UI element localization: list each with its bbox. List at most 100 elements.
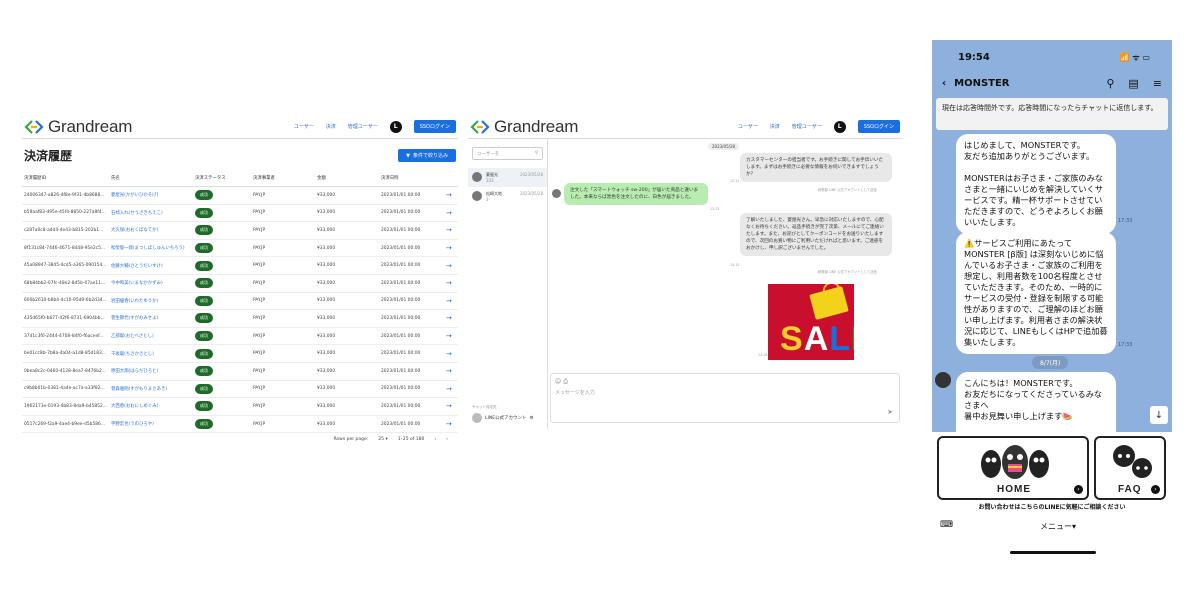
row-arrow-icon[interactable]: →	[444, 397, 458, 416]
row-arrow-icon[interactable]: →	[444, 256, 458, 275]
col-id[interactable]: 決済履歴ID	[22, 170, 109, 187]
sso-login-button[interactable]: SSOログイン	[413, 120, 456, 133]
go-arrow-icon: ›	[1074, 485, 1083, 494]
nav-users[interactable]: ユーザー	[294, 123, 314, 130]
prev-page-icon[interactable]: ‹	[434, 437, 436, 442]
table-row[interactable]: 1902173e-0193-4b83-8da9-b45852... 大西恵(おおに…	[22, 397, 458, 416]
customer-name[interactable]: 岩田優香(いわたゆうか)	[108, 292, 193, 311]
payment-id: 0517c269-f2a9-4ae4-b9ee-d5b586...	[22, 415, 109, 434]
conversation-search-input[interactable]: ユーザーを ⚲	[472, 147, 543, 160]
sso-login-button[interactable]: SSOログイン	[857, 120, 900, 133]
row-arrow-icon[interactable]: →	[444, 344, 458, 363]
attachment-icon[interactable]: ⎙	[563, 378, 568, 385]
customer-name[interactable]: 菅生節代(すがおみせよ)	[108, 309, 193, 328]
status-cell: 成功	[192, 292, 251, 311]
menu-toggle[interactable]: メニュー▾	[1040, 521, 1076, 532]
app-header: Grandream ユーザー 決済 管理ユーザー L SSOログイン	[468, 115, 902, 139]
row-arrow-icon[interactable]: →	[444, 221, 458, 240]
search-icon[interactable]: ⚲	[1106, 77, 1114, 90]
message-time: 17:33	[1118, 218, 1133, 224]
keyboard-icon[interactable]: ⌨	[940, 520, 953, 530]
row-arrow-icon[interactable]: →	[444, 380, 458, 399]
table-row[interactable]: 435d65f0-b677-42f6-8731-6904bb... 菅生節代(すが…	[22, 309, 458, 328]
table-row[interactable]: 45a08947-3845-4cd5-a365-090154... 佐藤大輔(さと…	[22, 256, 458, 275]
row-arrow-icon[interactable]: →	[444, 309, 458, 328]
customer-name[interactable]: 大久保(おおくぼなてか)	[108, 221, 193, 240]
row-arrow-icon[interactable]: →	[444, 274, 458, 293]
emoji-icon[interactable]: ☺	[555, 378, 561, 385]
table-row[interactable]: 68b84bb2-07fc-48e2-8d5b-07ae11... 今中和美(いま…	[22, 274, 458, 293]
nav-payments[interactable]: 決済	[770, 123, 780, 130]
customer-name[interactable]: 石崎入れ(せうざきちえこ)	[108, 204, 193, 223]
nav-admin-users[interactable]: 管理ユーザー	[792, 123, 822, 130]
customer-name[interactable]: 今中和美(いまなかかずみ)	[108, 274, 193, 293]
message-composer[interactable]: ☺ ⎙ メッセージを入力 ➤	[550, 373, 900, 423]
col-name[interactable]: 氏名	[108, 170, 193, 187]
customer-name[interactable]: 佐藤大輔(さとうだいすけ)	[108, 256, 193, 275]
row-arrow-icon[interactable]: →	[444, 204, 458, 223]
customer-name[interactable]: 原田大翔(はらだひろと)	[108, 362, 193, 381]
table-row[interactable]: 600b2610-b8b4-4c10-95d9-6b2d34... 岩田優香(いわ…	[22, 292, 458, 311]
notes-icon[interactable]: ▤	[1128, 77, 1138, 90]
status-badge: 成功	[194, 260, 213, 271]
customer-name[interactable]: 大西恵(おおにしめぐみ)	[108, 397, 193, 416]
nav-users[interactable]: ユーザー	[738, 123, 758, 130]
customer-name[interactable]: 菅森雅明(すがもりまさあき)	[108, 380, 193, 399]
amount: ¥33,000	[314, 204, 379, 223]
nav-payments[interactable]: 決済	[326, 123, 336, 130]
customer-name[interactable]: 乙部聡(おとべさとし)	[108, 327, 193, 346]
next-page-icon[interactable]: ›	[446, 437, 448, 442]
home-button[interactable]: HOME ›	[937, 436, 1089, 500]
sale-image[interactable]: SALE	[768, 284, 854, 360]
payment-id: b59aaf83-d95e-45f4-8850-227a8f4...	[22, 204, 109, 223]
table-row[interactable]: c9b8b01b-0381-4a4e-ac7a-a33f82... 菅森雅明(すが…	[22, 380, 458, 399]
customer-name[interactable]: 千坂聡(ちさかさとし)	[108, 344, 193, 363]
screenshot-canvas: Grandream ユーザー 決済 管理ユーザー L SSOログイン 決済履歴 …	[0, 0, 1200, 600]
table-row[interactable]: be01cc8b-7b8a-4a04-a1d8-85d183... 千坂聡(ちさか…	[22, 344, 458, 363]
table-row[interactable]: 0bea8c2c-0460-4128-8ea7-8476b2... 原田大翔(はら…	[22, 362, 458, 381]
table-row[interactable]: 24006347-a826-4f8e-9f31-4b8688... 菱屋光(かがい…	[22, 186, 458, 205]
col-status[interactable]: 決済ステータス	[192, 170, 251, 187]
table-row[interactable]: 0517c269-f2a9-4ae4-b9ee-d5b586... 宇野宏也(うの…	[22, 415, 458, 434]
row-arrow-icon[interactable]: →	[444, 186, 458, 205]
conversation-preview: 333	[486, 178, 494, 183]
conversation-item[interactable]: 菱屋光 333 2023/05/28	[468, 168, 547, 187]
scroll-down-icon[interactable]: ↓	[1150, 406, 1168, 424]
table-row[interactable]: b59aaf83-d95e-45f4-8850-227a8f4... 石崎入れ(せ…	[22, 204, 458, 223]
menu-icon[interactable]: ≡	[1153, 77, 1162, 90]
customer-name[interactable]: 菱屋光(かがいひかそげ)	[108, 186, 193, 205]
nav-admin-users[interactable]: 管理ユーザー	[348, 123, 378, 130]
row-arrow-icon[interactable]: →	[444, 362, 458, 381]
date-chip: 2023/05/28	[708, 143, 740, 150]
settings-gear-icon[interactable]: ⚙	[530, 416, 534, 421]
table-row[interactable]: 37d1c3f0-2444-4708-84f0-f6aceef... 乙部聡(おと…	[22, 327, 458, 346]
search-placeholder: ユーザーを	[477, 151, 500, 157]
rows-per-page-select[interactable]: 25 ▾	[378, 437, 387, 442]
row-arrow-icon[interactable]: →	[444, 292, 458, 311]
composer-placeholder: メッセージを入力	[555, 390, 595, 396]
faq-button[interactable]: FAQ ›	[1094, 436, 1166, 500]
col-date[interactable]: 決済日時	[378, 170, 444, 187]
col-amount[interactable]: 金額	[314, 170, 379, 187]
filter-button[interactable]: ▼ 条件で絞り込み	[398, 149, 456, 162]
user-avatar[interactable]: L	[833, 120, 846, 133]
message-time: 13:15	[710, 207, 720, 211]
customer-name[interactable]: 松柴俊一郎(まつしばしゅんいちろう)	[108, 239, 193, 258]
row-arrow-icon[interactable]: →	[444, 415, 458, 434]
provider: PAY.JP	[250, 221, 315, 240]
col-provider[interactable]: 決済事業者	[250, 170, 315, 187]
table-row[interactable]: c287a0c8-a4d4-4e43-b815-202b1... 大久保(おおくぼ…	[22, 221, 458, 240]
brand-logo[interactable]: Grandream	[24, 117, 132, 137]
row-arrow-icon[interactable]: →	[444, 327, 458, 346]
table-row[interactable]: 8f131c84-7446-4671-8448-95e2c5... 松柴俊一郎(ま…	[22, 239, 458, 258]
line-account-selector[interactable]: チャット対応先 LINE公式アカウント ⚙	[472, 405, 534, 423]
send-icon[interactable]: ➤	[887, 408, 893, 416]
brand-logo[interactable]: Grandream	[470, 117, 578, 137]
row-arrow-icon[interactable]: →	[444, 239, 458, 258]
customer-name[interactable]: 宇野宏也(うのひろや)	[108, 415, 193, 434]
user-avatar[interactable]: L	[389, 120, 402, 133]
message-meta: 総務部 LINE 公式アカウントとして送信	[818, 270, 877, 274]
back-chevron-icon[interactable]: ‹	[942, 78, 946, 89]
payment-table-body: 24006347-a826-4f8e-9f31-4b8688... 菱屋光(かがい…	[22, 186, 458, 434]
conversation-item[interactable]: 松崎大地 3 2023/05/28	[468, 187, 547, 206]
